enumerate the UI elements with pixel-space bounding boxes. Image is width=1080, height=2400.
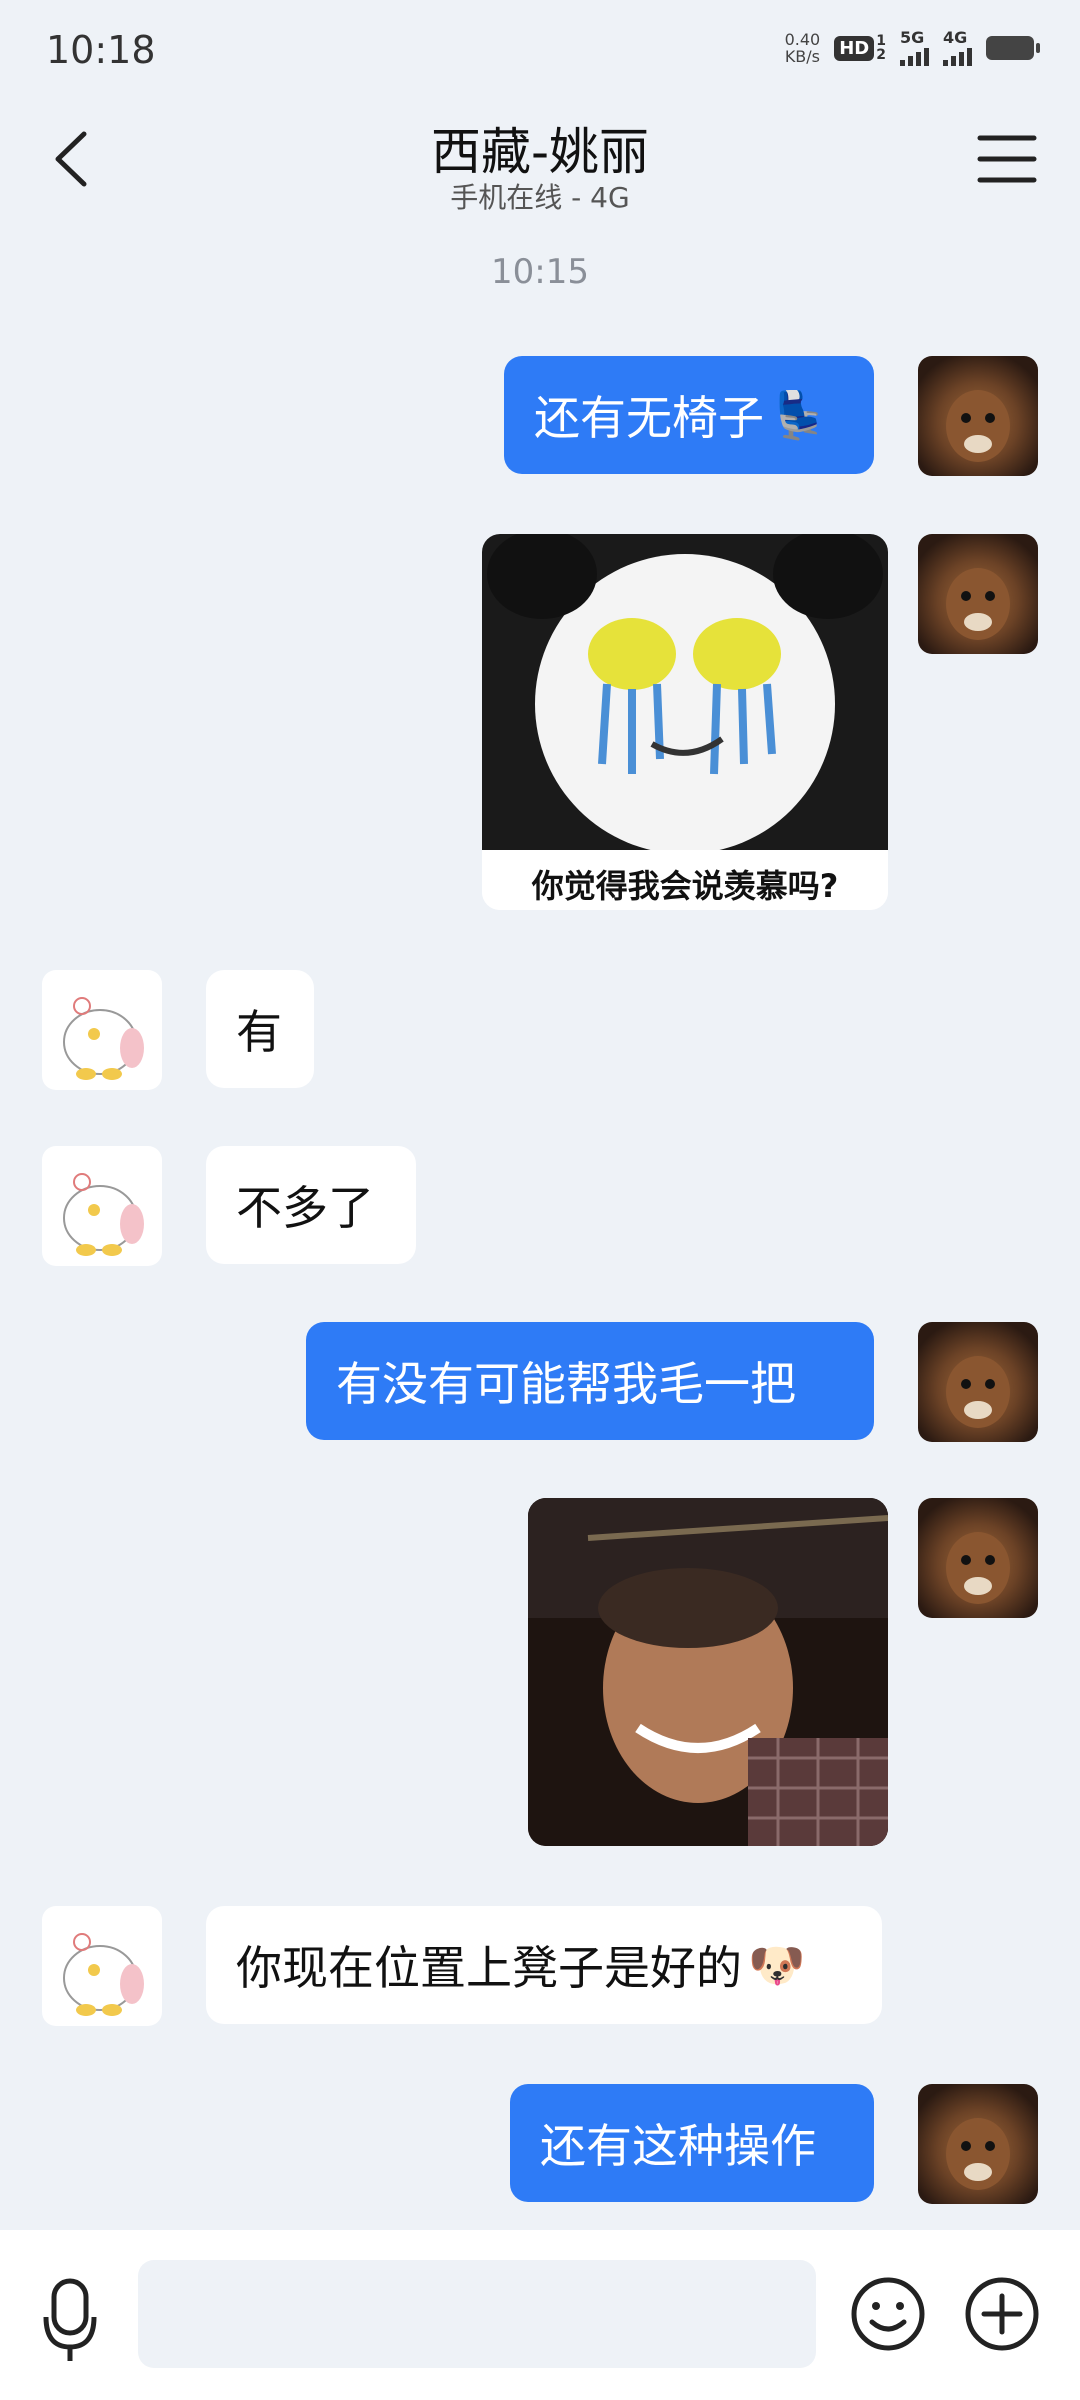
- dog-emoji-icon: 🐶: [748, 1937, 806, 1992]
- message-input[interactable]: [138, 2260, 816, 2368]
- message-bubble-outgoing[interactable]: 有没有可能帮我毛一把: [306, 1322, 874, 1440]
- message-bubble-outgoing[interactable]: 还有这种操作: [510, 2084, 874, 2202]
- battery-icon: [986, 36, 1040, 60]
- image-message[interactable]: [528, 1498, 888, 1846]
- status-bar: 10:18 0.40 KB/s HD 1 2 5G 4G: [0, 0, 1080, 96]
- emoji-icon[interactable]: [848, 2274, 928, 2354]
- signal-4g-icon: 4G: [943, 30, 972, 66]
- seat-emoji-icon: 💺: [770, 387, 828, 442]
- network-speed: 0.40 KB/s: [784, 30, 821, 66]
- contact-avatar[interactable]: [42, 1906, 162, 2026]
- my-avatar[interactable]: [918, 534, 1038, 654]
- panda-sticker-image: [482, 534, 888, 854]
- sticker-message[interactable]: 你觉得我会说羡慕吗?: [482, 534, 888, 910]
- sticker-caption: 你觉得我会说羡慕吗?: [482, 854, 888, 910]
- chat-title: 西藏-姚丽: [430, 123, 650, 181]
- contact-avatar[interactable]: [42, 1146, 162, 1266]
- chat-subtitle: 手机在线 - 4G: [450, 181, 630, 214]
- hd-badge: HD: [834, 35, 875, 61]
- laughing-man-photo: [528, 1498, 888, 1846]
- message-bubble-incoming[interactable]: 你现在位置上凳子是好的 🐶: [206, 1906, 882, 2024]
- input-bar: [0, 2230, 1080, 2400]
- menu-icon[interactable]: [974, 128, 1040, 190]
- plus-icon[interactable]: [962, 2274, 1042, 2354]
- chat-timestamp: 10:15: [491, 252, 589, 292]
- status-time: 10:18: [46, 28, 156, 72]
- hd-indicator: HD 1 2: [834, 34, 886, 62]
- status-icons: 0.40 KB/s HD 1 2 5G 4G: [784, 30, 1040, 66]
- message-bubble-incoming[interactable]: 不多了: [206, 1146, 416, 1264]
- my-avatar[interactable]: [918, 2084, 1038, 2204]
- chat-header: 西藏-姚丽 手机在线 - 4G: [0, 96, 1080, 226]
- microphone-icon[interactable]: [40, 2275, 100, 2365]
- my-avatar[interactable]: [918, 1498, 1038, 1618]
- signal-5g-icon: 5G: [900, 30, 929, 66]
- contact-avatar[interactable]: [42, 970, 162, 1090]
- my-avatar[interactable]: [918, 1322, 1038, 1442]
- message-bubble-incoming[interactable]: 有: [206, 970, 314, 1088]
- message-bubble-outgoing[interactable]: 还有无椅子 💺: [504, 356, 874, 474]
- my-avatar[interactable]: [918, 356, 1038, 476]
